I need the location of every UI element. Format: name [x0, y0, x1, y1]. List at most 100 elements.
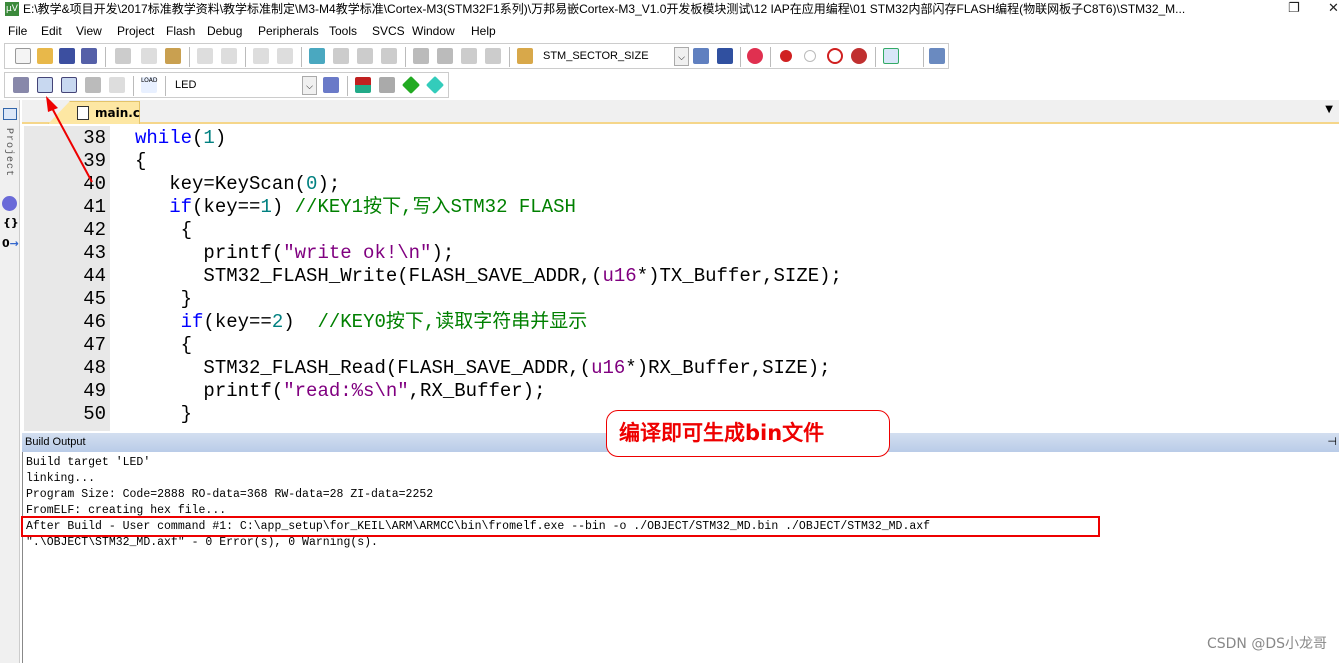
kill-breakpoints-icon[interactable]: [851, 48, 867, 64]
nav-forward-icon[interactable]: [277, 48, 293, 64]
open-folder-icon[interactable]: [37, 48, 53, 64]
code-token: STM32_FLASH_Write(FLASH_SAVE_ADDR,(: [135, 265, 603, 287]
code-line: key=KeyScan(0);: [135, 173, 340, 196]
build-icon[interactable]: [37, 77, 53, 93]
target-combo[interactable]: LED ⌵: [171, 76, 317, 95]
code-token: if: [135, 311, 204, 333]
code-line: }: [135, 403, 192, 426]
unindent-icon[interactable]: [437, 48, 453, 64]
undo-icon[interactable]: [197, 48, 213, 64]
menu-view[interactable]: View: [76, 24, 102, 38]
rebuild-icon[interactable]: [61, 77, 77, 93]
code-token: {: [135, 334, 193, 356]
pack-installer-icon[interactable]: [425, 75, 445, 95]
code-token: //KEY1按下,写入STM32 FLASH: [294, 196, 576, 218]
menu-help[interactable]: Help: [471, 24, 496, 38]
find-combo[interactable]: STM_SECTOR_SIZE ⌵: [539, 47, 689, 66]
code-token: ): [271, 196, 295, 218]
code-token: ,RX_Buffer);: [408, 380, 546, 402]
stop-build-icon[interactable]: [109, 77, 125, 93]
line-number: 50: [83, 403, 106, 425]
line-number: 43: [83, 242, 106, 264]
menu-svcs[interactable]: SVCS: [372, 24, 405, 38]
menu-debug[interactable]: Debug: [207, 24, 242, 38]
save-icon[interactable]: [59, 48, 75, 64]
translate-icon[interactable]: [13, 77, 29, 93]
manage-project-items-icon[interactable]: [379, 77, 395, 93]
code-line: while(1): [135, 127, 226, 150]
bookmark-icon[interactable]: [309, 48, 325, 64]
chevron-down-icon[interactable]: ⌵: [674, 47, 689, 66]
prev-bookmark-icon[interactable]: [333, 48, 349, 64]
project-window-icon[interactable]: [3, 108, 17, 120]
menu-peripherals[interactable]: Peripherals: [258, 24, 319, 38]
uncomment-icon[interactable]: [485, 48, 501, 64]
books-icon[interactable]: [2, 196, 17, 211]
highlight-box: [21, 516, 1100, 537]
menu-file[interactable]: File: [8, 24, 27, 38]
find-icon[interactable]: [693, 48, 709, 64]
code-token: ): [283, 311, 318, 333]
line-number: 41: [83, 196, 106, 218]
disable-all-breakpoints-icon[interactable]: [827, 48, 843, 64]
manage-components-icon[interactable]: [355, 77, 371, 93]
code-line: {: [135, 334, 192, 357]
indent-icon[interactable]: [413, 48, 429, 64]
menu-window[interactable]: Window: [412, 24, 455, 38]
line-number: 38: [83, 127, 106, 149]
menu-edit[interactable]: Edit: [41, 24, 62, 38]
menu-tools[interactable]: Tools: [329, 24, 357, 38]
build-toolbar: LOAD LED ⌵: [4, 72, 449, 98]
incremental-find-icon[interactable]: [717, 48, 733, 64]
code-token: {: [135, 150, 147, 172]
functions-icon[interactable]: {}: [3, 216, 19, 229]
line-number: 40: [83, 173, 106, 195]
select-packs-icon[interactable]: [401, 75, 421, 95]
file-toolbar: STM_SECTOR_SIZE ⌵: [4, 43, 949, 69]
code-token: );: [317, 173, 341, 195]
chevron-down-icon[interactable]: ⌵: [302, 76, 317, 95]
menu-flash[interactable]: Flash: [166, 24, 195, 38]
next-bookmark-icon[interactable]: [357, 48, 373, 64]
code-token: printf(: [135, 242, 284, 264]
target-options-wand-icon[interactable]: [323, 77, 339, 93]
code-token: STM32_FLASH_Read(FLASH_SAVE_ADDR,(: [135, 357, 592, 379]
download-load-icon[interactable]: LOAD: [141, 77, 157, 93]
build-output-panel[interactable]: Build target 'LED' linking... Program Si…: [22, 452, 1339, 663]
configure-wrench-icon[interactable]: [929, 48, 945, 64]
code-token: u16: [591, 357, 626, 379]
pin-icon[interactable]: ⊣: [1327, 433, 1337, 452]
line-number: 42: [83, 219, 106, 241]
code-token: 0: [306, 173, 318, 195]
line-number: 47: [83, 334, 106, 356]
clear-bookmarks-icon[interactable]: [381, 48, 397, 64]
code-editor[interactable]: 38 while(1) 39{40 key=KeyScan(0); 41 if(key…: [22, 126, 1339, 431]
tab-list-dropdown-icon[interactable]: ▼: [1325, 104, 1333, 115]
window-layout-icon[interactable]: [883, 48, 899, 64]
find-in-files-icon[interactable]: [517, 48, 533, 64]
breakpoint-icon[interactable]: [780, 50, 792, 62]
copy-icon[interactable]: [141, 48, 157, 64]
save-all-icon[interactable]: [81, 48, 97, 64]
code-token: "read:%s\n": [283, 380, 409, 402]
nav-back-icon[interactable]: [253, 48, 269, 64]
close-button[interactable]: ✕: [1328, 0, 1339, 18]
left-panel-tabs: Project {} 0→: [0, 100, 20, 663]
build-output-line: linking...: [26, 472, 96, 485]
disable-breakpoint-icon[interactable]: [804, 50, 816, 62]
menu-project[interactable]: Project: [117, 24, 154, 38]
redo-icon[interactable]: [221, 48, 237, 64]
tab-main-c[interactable]: main.c: [48, 101, 140, 124]
cut-icon[interactable]: [115, 48, 131, 64]
paste-icon[interactable]: [165, 48, 181, 64]
templates-icon[interactable]: 0→: [2, 237, 19, 250]
debug-session-icon[interactable]: [747, 48, 763, 64]
batch-build-icon[interactable]: [85, 77, 101, 93]
code-token: *)TX_Buffer,SIZE);: [636, 265, 842, 287]
restore-button[interactable]: ❐: [1288, 0, 1300, 18]
comment-icon[interactable]: [461, 48, 477, 64]
new-file-icon[interactable]: [15, 48, 31, 64]
build-output-line: Program Size: Code=2888 RO-data=368 RW-d…: [26, 488, 434, 501]
code-token: ): [214, 127, 227, 149]
project-tab-label[interactable]: Project: [3, 128, 14, 177]
